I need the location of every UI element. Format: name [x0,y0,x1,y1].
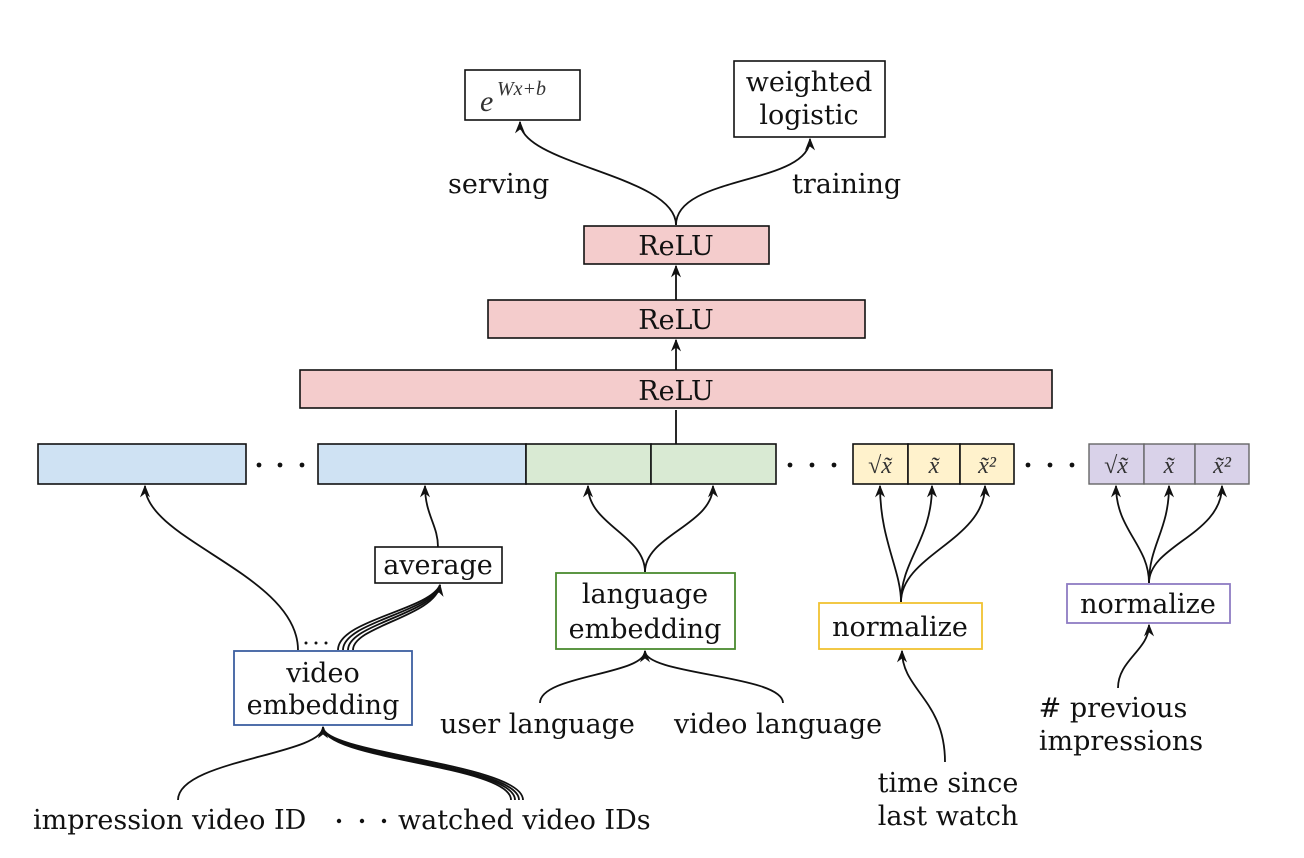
video-embedding-node: video embedding [233,650,413,726]
serving-output-base: e [480,85,493,118]
relu-label: ReLU [638,305,714,336]
ellipsis [787,462,837,468]
user-language-edge [539,649,650,704]
video-language-segment [650,443,777,485]
training-output-box: weighted logistic [733,60,886,138]
video-embedding-to-impression-edge [139,484,299,651]
video-language-label: video language [673,709,882,740]
impression-video-id-label: impression video ID [33,805,306,836]
ellipsis [304,641,328,645]
video-embedding-line1: video [285,658,359,689]
impression-sqrt-label: √x̃ [1104,453,1129,479]
language-to-user-segment-edge [582,484,646,573]
normalize-impressions-node: normalize [1066,583,1231,624]
user-language-label: user language [440,709,635,740]
average-node: average [374,546,503,584]
time-linear-label: x̃ [928,453,941,479]
relu-label: ReLU [638,231,714,262]
relu-layer-top: ReLU [583,225,770,265]
time-since-edge [896,649,946,763]
ellipsis [1025,462,1075,468]
language-embedding-line2: embedding [569,614,722,645]
serving-output-exponent: Wx+b [497,78,546,100]
average-label: average [383,550,493,581]
previous-impressions-line1: # previous [1039,693,1188,724]
training-output-line2: logistic [759,100,858,131]
time-feature-group: √x̃ x̃ x̃² [852,443,1015,485]
impression-video-embedding-segment [37,443,247,485]
normalize-time-node: normalize [818,602,983,650]
training-edge [675,137,816,226]
serving-output-box: e Wx+b [464,69,581,121]
watched-video-ids-label: watched video IDs [398,805,651,836]
video-embedding-line2: embedding [247,690,400,721]
time-square-label: x̃² [977,453,997,479]
language-embedding-line1: language [582,579,708,610]
language-embedding-node: language embedding [555,572,736,650]
impression-id-edge [177,725,328,801]
relu-layer-bottom: ReLU [299,369,1053,409]
video-language-edge [644,650,784,704]
normalize-to-time-square-edge [900,484,991,603]
previous-impressions-line2: impressions [1039,726,1203,757]
video-embedding-to-average-edge [347,584,441,651]
training-label: training [792,169,901,200]
user-language-segment [525,443,652,485]
time-sqrt-label: √x̃ [868,453,893,479]
normalize-time-label: normalize [832,612,968,643]
ellipsis [336,818,387,824]
training-output-line1: weighted [746,67,873,98]
ellipsis [256,462,305,468]
average-to-row-edge [419,484,439,548]
relu-layer-middle: ReLU [487,299,866,339]
time-since-line2: last watch [878,801,1019,832]
normalize-impressions-label: normalize [1080,589,1216,620]
serving-label: serving [448,169,549,200]
ranking-network-diagram: e Wx+b weighted logistic serving trainin… [33,60,1250,836]
previous-impressions-edge [1117,623,1155,689]
time-since-line1: time since [878,768,1019,799]
impression-feature-group: √x̃ x̃ x̃² [1088,443,1250,485]
relu-label: ReLU [638,376,714,407]
watched-video-embedding-segment [317,443,527,485]
normalize-to-time-sqrt-edge [874,484,902,603]
impression-linear-label: x̃ [1163,453,1176,479]
normalize-to-impression-sqrt-edge [1110,484,1150,584]
language-to-video-segment-edge [644,484,719,573]
impression-square-label: x̃² [1212,453,1232,479]
